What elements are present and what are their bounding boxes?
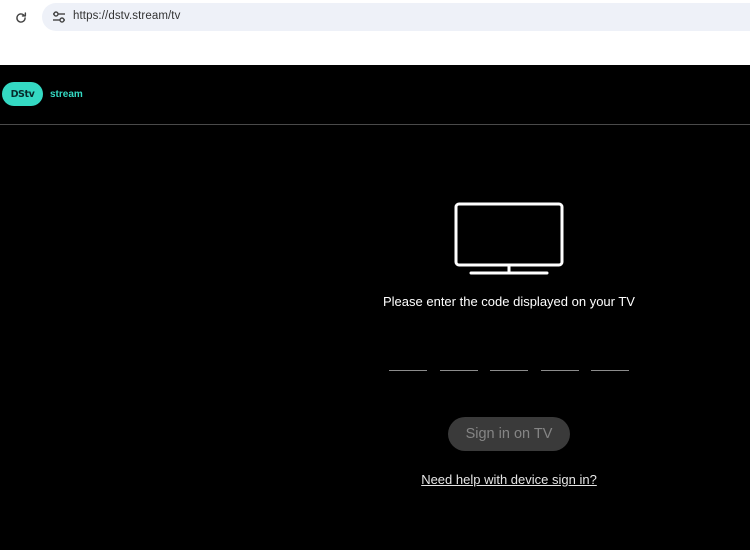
browser-toolbar: https://dstv.stream/tv [0,0,750,65]
url-text: https://dstv.stream/tv [73,10,181,22]
device-sign-in-help-link[interactable]: Need help with device sign in? [380,472,638,487]
code-input-group[interactable] [389,370,631,372]
code-digit-2[interactable] [440,370,478,371]
tv-icon [454,202,566,277]
code-digit-5[interactable] [591,370,629,371]
logo-mark: DStv [2,82,43,106]
code-digit-4[interactable] [541,370,579,371]
reload-icon[interactable] [10,7,32,29]
header-divider [0,124,750,125]
code-digit-3[interactable] [490,370,528,371]
code-digit-1[interactable] [389,370,427,371]
tune-icon[interactable] [50,8,68,26]
site-header: DStv stream [0,65,750,125]
address-bar[interactable]: https://dstv.stream/tv [42,3,750,31]
code-prompt: Please enter the code displayed on your … [383,294,635,309]
sign-in-on-tv-button[interactable]: Sign in on TV [448,417,570,451]
logo-word: stream [50,88,83,100]
dstv-stream-logo[interactable]: DStv stream [2,82,83,106]
page-content: DStv stream Please enter the code displa… [0,65,750,550]
